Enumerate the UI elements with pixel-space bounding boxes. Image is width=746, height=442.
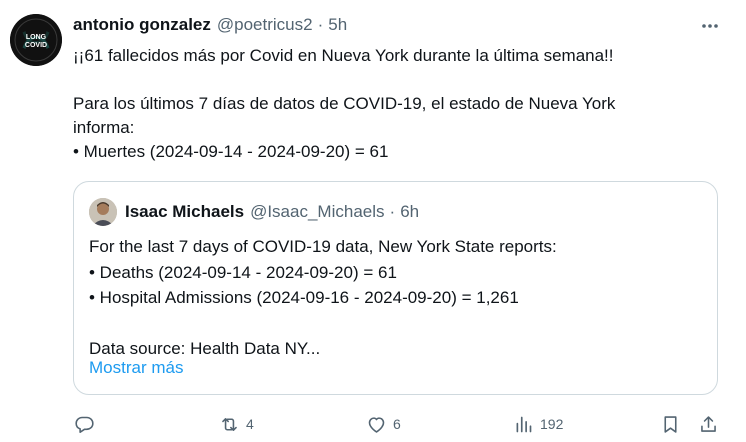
quoted-text-line: • Deaths (2024-09-14 - 2024-09-20) = 61 — [89, 262, 397, 282]
more-options-button[interactable] — [696, 12, 724, 40]
tweet-text-line: ¡¡61 fallecidos más por Covid en Nueva Y… — [73, 46, 614, 65]
separator-dot: · — [389, 202, 396, 221]
long-covid-logo-icon: LONG COVID — [10, 14, 62, 66]
quoted-tweet-card[interactable]: Isaac Michaels @Isaac_Michaels · 6h For … — [73, 181, 718, 395]
share-icon — [701, 415, 716, 432]
bookmark-button[interactable] — [660, 410, 681, 438]
separator-dot: · — [317, 15, 324, 34]
tweet-text-line: informa: — [73, 118, 135, 137]
tweet-header: antonio gonzalez @poetricus2 · 5h — [73, 15, 347, 39]
author-avatar[interactable]: LONG COVID — [10, 14, 62, 66]
author-name[interactable]: antonio gonzalez — [73, 15, 211, 35]
bookmark-icon — [664, 415, 677, 433]
more-dots-icon — [702, 24, 718, 28]
quoted-tweet-text: For the last 7 days of COVID-19 data, Ne… — [89, 234, 699, 362]
quoted-tweet-header: Isaac Michaels @Isaac_Michaels · 6h — [125, 202, 419, 222]
person-avatar-icon — [89, 198, 117, 226]
tweet-text-line: • Muertes (2024-09-14 - 2024-09-20) = 61 — [73, 142, 389, 161]
reply-button[interactable] — [74, 410, 95, 438]
like-button[interactable]: 6 — [366, 410, 401, 438]
quoted-author-name: Isaac Michaels — [125, 202, 245, 221]
views-button[interactable]: 192 — [513, 410, 563, 438]
quoted-author-handle: @Isaac_Michaels — [250, 202, 385, 221]
retweet-count: 4 — [246, 416, 254, 432]
views-count: 192 — [540, 416, 564, 432]
quoted-text-line: For the last 7 days of COVID-19 data, Ne… — [89, 237, 557, 256]
author-handle[interactable]: @poetricus2 — [217, 15, 313, 35]
tweet-timestamp[interactable]: 5h — [328, 15, 347, 35]
tweet-text-line: Para los últimos 7 días de datos de COVI… — [73, 94, 616, 113]
tweet-text: ¡¡61 fallecidos más por Covid en Nueva Y… — [73, 44, 713, 164]
quoted-author-avatar — [89, 198, 117, 226]
share-button[interactable] — [698, 410, 719, 438]
quoted-text-line: • Hospital Admissions (2024-09-16 - 2024… — [89, 288, 519, 307]
heart-icon — [368, 416, 385, 433]
quoted-text-line — [89, 311, 699, 337]
retweet-icon — [222, 417, 237, 431]
retweet-button[interactable]: 4 — [219, 410, 254, 438]
reply-icon — [75, 416, 94, 433]
show-more-link[interactable]: Mostrar más — [89, 358, 183, 378]
bar-chart-icon — [516, 416, 532, 432]
avatar-logo-text-top: LONG — [26, 34, 47, 41]
tweet-text-line — [73, 68, 713, 92]
like-count: 6 — [393, 416, 401, 432]
quoted-tweet-timestamp: 6h — [400, 202, 420, 221]
avatar-logo-text-bottom: COVID — [25, 42, 47, 49]
